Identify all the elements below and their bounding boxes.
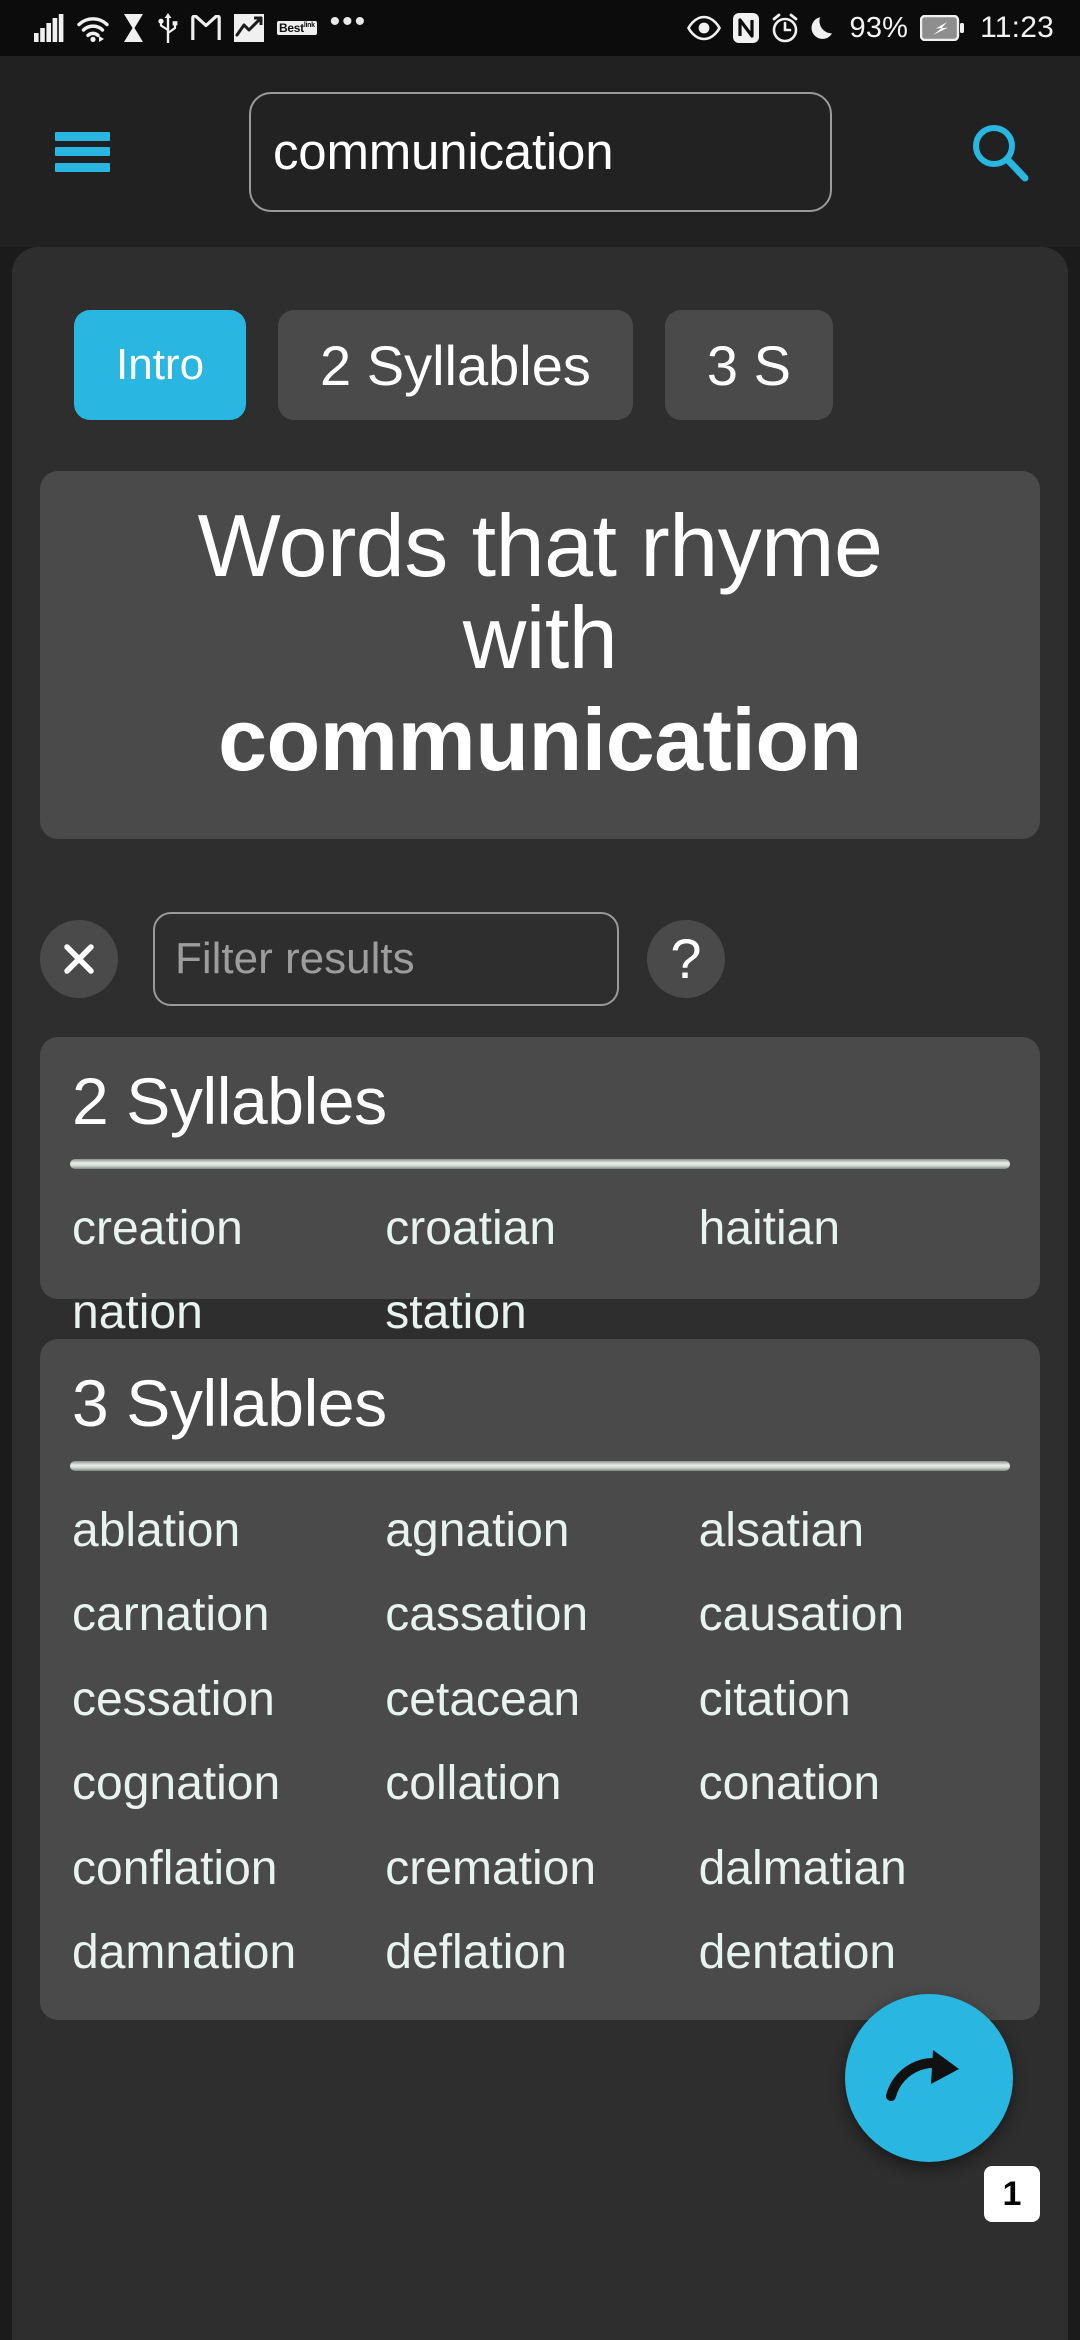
help-button[interactable]: ? (647, 920, 725, 998)
word-item[interactable]: cassation (383, 1573, 696, 1657)
next-page-fab[interactable] (845, 1994, 1013, 2162)
section-2-syllables: 2 Syllables creation croatian haitian na… (40, 1037, 1040, 1339)
search-input[interactable]: communication (249, 91, 832, 212)
filter-results-placeholder: Filter results (175, 934, 415, 983)
rhyme-title-card: Words that rhyme with communication (40, 471, 1040, 839)
eye-icon (687, 15, 722, 41)
moon-icon (812, 17, 833, 39)
hamburger-bar-1 (55, 131, 110, 141)
filter-row: Filter results ? (12, 904, 1068, 1014)
title-line-1: Words that rhyme (197, 496, 883, 596)
battery-charging-icon (920, 15, 965, 41)
section-divider (70, 1159, 1010, 1169)
word-item[interactable]: alsatian (697, 1489, 1010, 1573)
word-item[interactable]: causation (697, 1573, 1010, 1657)
status-bar-left-icons: Bestlink ••• (34, 7, 367, 43)
search-button[interactable] (964, 117, 1034, 187)
section-3-syllables-heading: 3 Syllables (72, 1366, 387, 1440)
word-item[interactable]: conation (697, 1742, 1010, 1826)
hamburger-bar-3 (55, 162, 110, 172)
word-item[interactable]: creation (70, 1187, 383, 1271)
word-item[interactable]: collation (383, 1742, 696, 1826)
wifi-icon (77, 17, 109, 42)
signal-icon (34, 14, 64, 42)
question-mark-icon: ? (670, 927, 702, 990)
alarm-icon (773, 13, 798, 43)
best-badge-sup: link (303, 21, 315, 29)
usb-icon (158, 13, 178, 43)
status-bar-right-icons: 93% 11:23 (687, 11, 1054, 45)
syllable-tabs[interactable]: Intro 2 Syllables 3 S (12, 310, 1068, 420)
section-2-syllables-heading: 2 Syllables (72, 1064, 387, 1138)
close-icon (64, 944, 94, 974)
tab-3-syllables[interactable]: 3 S (664, 310, 833, 420)
word-grid-3-syllables: ablation agnation alsatian carnation cas… (70, 1489, 1010, 1996)
clock-time: 11:23 (980, 11, 1054, 44)
battery-percent: 93% (849, 11, 909, 44)
hamburger-bar-2 (55, 147, 110, 156)
nfc-icon (733, 13, 760, 43)
tab-intro-label: Intro (116, 340, 205, 389)
status-bar: Bestlink ••• 93% 11:23 (0, 0, 1080, 56)
section-divider (70, 1461, 1010, 1471)
stocks-icon (234, 14, 264, 42)
word-item[interactable]: citation (697, 1658, 1010, 1742)
best-badge-icon: Bestlink (277, 20, 317, 36)
section-3-syllables: 3 Syllables ablation agnation alsatian c… (40, 1339, 1040, 2020)
word-item[interactable]: dalmatian (697, 1827, 1010, 1911)
gmail-icon (191, 15, 221, 40)
tab-2-syllables[interactable]: 2 Syllables (278, 310, 633, 420)
word-item[interactable]: conflation (70, 1827, 383, 1911)
redo-arrow-icon (886, 2050, 959, 2101)
word-grid-2-syllables: creation croatian haitian nation station (70, 1187, 1010, 1356)
word-item[interactable]: croatian (383, 1187, 696, 1271)
word-item[interactable]: cessation (70, 1658, 383, 1742)
word-item[interactable]: haitian (697, 1187, 1010, 1271)
word-item[interactable]: dentation (697, 1911, 1010, 1995)
hamburger-menu-icon[interactable] (55, 131, 110, 172)
word-item[interactable]: cremation (383, 1827, 696, 1911)
best-badge-label: Best (279, 20, 304, 35)
search-icon (973, 124, 1029, 181)
clear-filter-button[interactable] (40, 920, 118, 998)
page-number-badge[interactable]: 1 (984, 2166, 1040, 2222)
word-item[interactable]: cognation (70, 1742, 383, 1826)
tab-intro[interactable]: Intro (74, 310, 247, 420)
word-item[interactable]: carnation (70, 1573, 383, 1657)
word-item[interactable]: deflation (383, 1911, 696, 1995)
more-icon: ••• (329, 5, 368, 38)
search-input-value: communication (273, 123, 614, 180)
tab-2-syllables-label: 2 Syllables (320, 333, 591, 397)
word-item[interactable]: ablation (70, 1489, 383, 1573)
title-keyword: communication (218, 690, 862, 790)
filter-results-input[interactable]: Filter results (153, 912, 619, 1006)
word-item[interactable]: agnation (383, 1489, 696, 1573)
word-item[interactable]: cetacean (383, 1658, 696, 1742)
content-panel: Intro 2 Syllables 3 S Words that rhyme w… (12, 247, 1068, 2340)
hourglass-icon (124, 14, 143, 42)
tab-3-syllables-label: 3 S (706, 333, 791, 397)
app-bar: communication (0, 56, 1080, 247)
title-line-2: with (462, 587, 618, 687)
word-item[interactable]: damnation (70, 1911, 383, 1995)
